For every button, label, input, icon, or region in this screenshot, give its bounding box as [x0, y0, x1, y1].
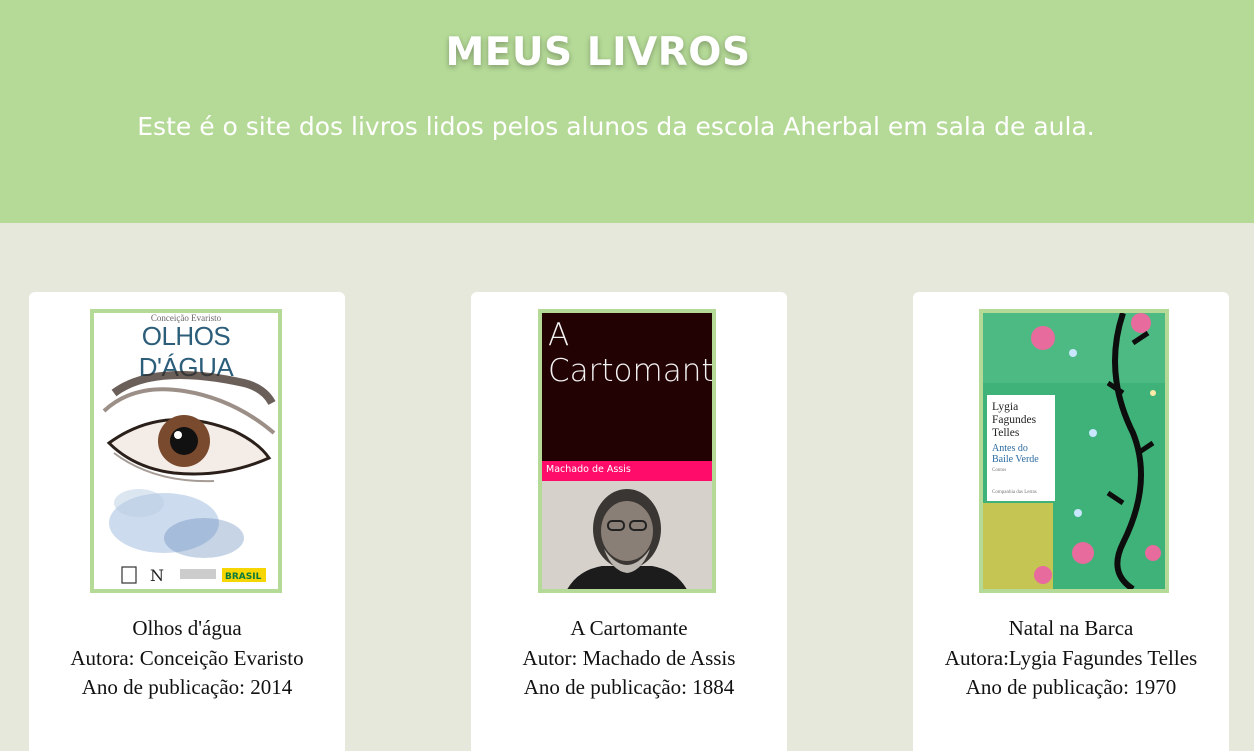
eye-illustration: N BRASIL	[102, 371, 276, 585]
book-author: Autor: Machado de Assis	[522, 645, 736, 670]
cover-author-text: Machado de Assis	[546, 464, 631, 475]
book-cover-image[interactable]: Lygia Fagundes Telles Antes do Baile Ver…	[979, 309, 1169, 593]
cover-subtitle-text: Contos	[992, 468, 1007, 473]
cover-title-label: Lygia Fagundes Telles Antes do Baile Ver…	[987, 395, 1055, 501]
book-info: A Cartomante Autor: Machado de Assis Ano…	[471, 614, 787, 703]
site-subtitle: Este é o site dos livros lidos pelos alu…	[137, 112, 1095, 141]
book-info: Olhos d'água Autora: Conceição Evaristo …	[29, 614, 345, 703]
author-portrait	[542, 481, 712, 589]
cover-logo-text: BRASIL	[225, 572, 262, 582]
page-header: MEUS LIVROS Este é o site dos livros lid…	[0, 0, 1254, 223]
book-card-natal-na-barca: Lygia Fagundes Telles Antes do Baile Ver…	[913, 292, 1229, 751]
book-title: Natal na Barca	[1008, 616, 1134, 640]
cover-author-text: Lygia Fagundes Telles	[992, 401, 1037, 439]
book-info: Natal na Barca Autora:Lygia Fagundes Tel…	[913, 614, 1229, 703]
book-author: Autora:Lygia Fagundes Telles	[944, 645, 1198, 670]
cover-publisher-text: Companhia das Letras	[992, 490, 1037, 495]
cover-title-text: A Cartomante	[548, 317, 716, 389]
book-year: Ano de publicação: 2014	[81, 675, 293, 699]
book-card-olhos-dagua: Conceição Evaristo OLHOS D'ÁGUA N BRASIL…	[29, 292, 345, 751]
book-title: A Cartomante	[570, 616, 688, 640]
book-year: Ano de publicação: 1884	[523, 675, 735, 699]
book-cover-image[interactable]: A Cartomante Machado de Assis	[538, 309, 716, 593]
cover-title-text: Antes do Baile Verde	[992, 443, 1039, 465]
site-title: MEUS LIVROS	[445, 30, 751, 75]
book-title: Olhos d'água	[132, 616, 242, 640]
book-card-a-cartomante: A Cartomante Machado de Assis A Cartoman…	[471, 292, 787, 751]
book-year: Ano de publicação: 1970	[965, 675, 1177, 699]
svg-text:N: N	[150, 566, 164, 585]
book-author: Autora: Conceição Evaristo	[70, 645, 304, 670]
book-cover-image[interactable]: Conceição Evaristo OLHOS D'ÁGUA N BRASIL	[90, 309, 282, 593]
